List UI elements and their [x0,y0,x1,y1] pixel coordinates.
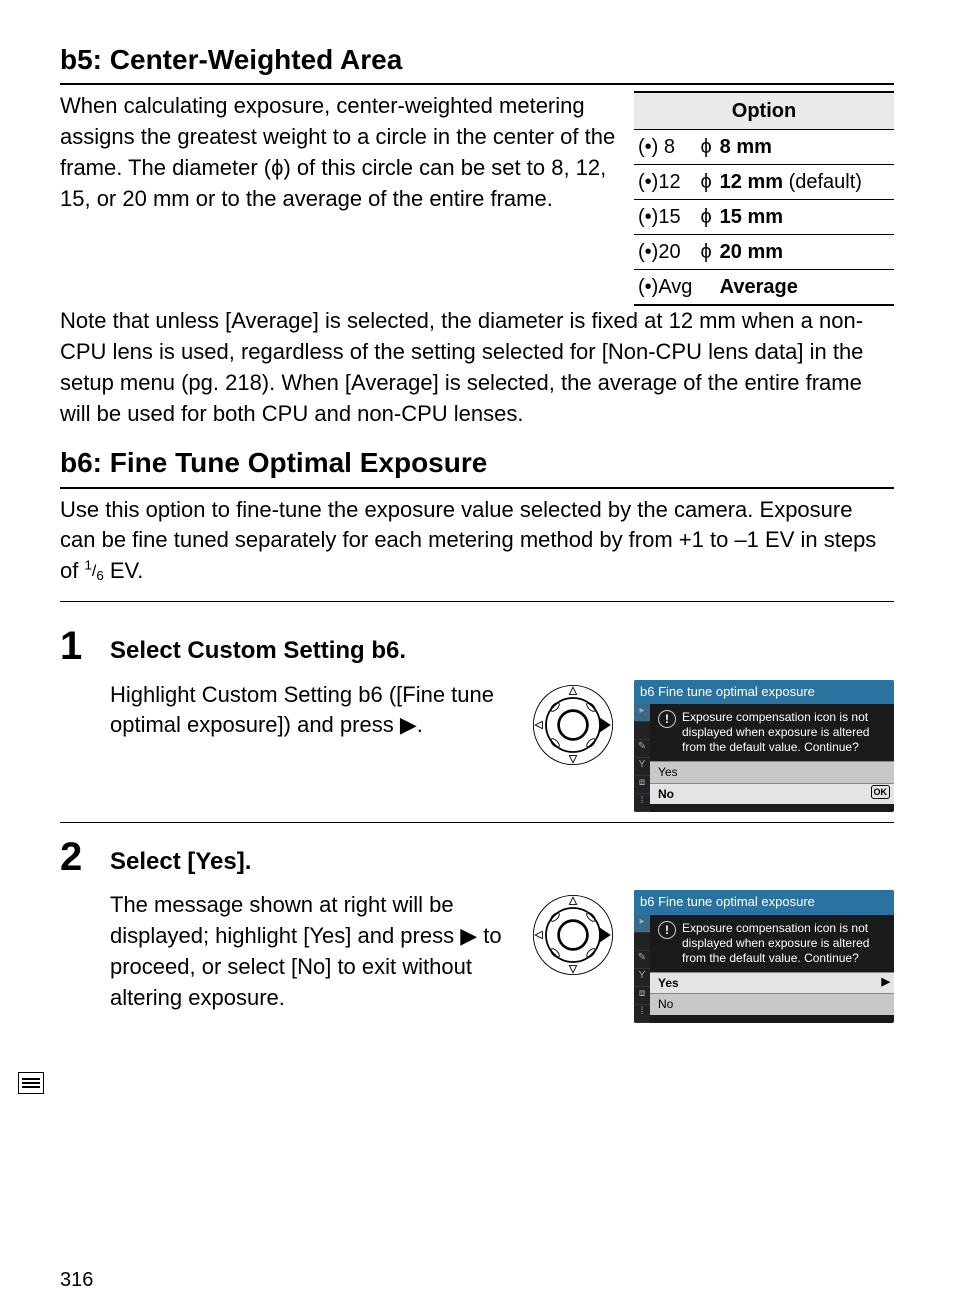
warning-icon: ! [658,921,676,939]
lcd-side-tabs: ▸✎Y⧈⁞ [634,915,650,1023]
phi-symbol: ϕ [696,130,715,165]
table-row: (•)12 ϕ 12 mm (default) [634,165,894,200]
step-title: Select [Yes]. [110,845,894,879]
lcd-side-tabs: ▸✎Y⧈⁞ [634,704,650,812]
lcd-title: b6 Fine tune optimal exposure [634,680,894,704]
lcd-option-no: No [650,993,894,1015]
warning-icon: ! [658,710,676,728]
heading-b5: b5: Center-Weighted Area [60,40,894,85]
phi-symbol: ϕ [696,165,715,200]
option-icon: (•)15 [634,200,696,235]
ok-icon: OK [871,785,891,800]
page-number: 316 [60,1266,93,1294]
phi-symbol [696,270,715,306]
step-text: Highlight Custom Setting b6 ([Fine tune … [110,680,512,742]
lcd-screenshot-2: b6 Fine tune optimal exposure ▸✎Y⧈⁞ ! Ex… [634,890,894,1022]
table-row: (•) 8 ϕ 8 mm [634,130,894,165]
table-row: (•)15 ϕ 15 mm [634,200,894,235]
phi-symbol: ϕ [696,235,715,270]
step-number: 1 [60,626,96,812]
table-row: (•)Avg Average [634,270,894,306]
step-title: Select Custom Setting b6. [110,634,894,668]
menu-margin-icon [18,1072,44,1094]
step-1: 1 Select Custom Setting b6. Highlight Cu… [60,612,894,822]
lcd-option-no: NoOK [650,783,894,805]
table-row: (•)20 ϕ 20 mm [634,235,894,270]
lcd-option-yes: Yes▶ [650,972,894,994]
lcd-message: Exposure compensation icon is not displa… [682,921,886,966]
lcd-message: Exposure compensation icon is not displa… [682,710,886,755]
phi-symbol: ϕ [696,200,715,235]
lcd-option-yes: Yes [650,761,894,783]
lcd-title: b6 Fine tune optimal exposure [634,890,894,914]
multiselector-icon [528,680,618,770]
option-icon: (•) 8 [634,130,696,165]
option-icon: (•)12 [634,165,696,200]
b5-intro-text: When calculating exposure, center-weight… [60,91,616,214]
step-2: 2 Select [Yes]. The message shown at rig… [60,822,894,1033]
b5-option-table: Option (•) 8 ϕ 8 mm (•)12 ϕ 12 mm (defau… [634,91,894,306]
option-label: 20 mm [716,235,894,270]
option-label: 12 mm (default) [716,165,894,200]
option-label: 8 mm [716,130,894,165]
b5-note-text: Note that unless [Average] is selected, … [60,306,894,429]
b6-intro-text: Use this option to fine-tune the exposur… [60,495,894,587]
option-label: 15 mm [716,200,894,235]
option-icon: (•)Avg [634,270,696,306]
multiselector-icon [528,890,618,980]
lcd-screenshot-1: b6 Fine tune optimal exposure ▸✎Y⧈⁞ ! Ex… [634,680,894,812]
option-label: Average [716,270,894,306]
heading-b6: b6: Fine Tune Optimal Exposure [60,443,894,488]
b5-table-header: Option [634,92,894,130]
option-icon: (•)20 [634,235,696,270]
step-number: 2 [60,837,96,1023]
step-text: The message shown at right will be displ… [110,890,512,1013]
arrow-right-icon: ▶ [882,975,890,990]
